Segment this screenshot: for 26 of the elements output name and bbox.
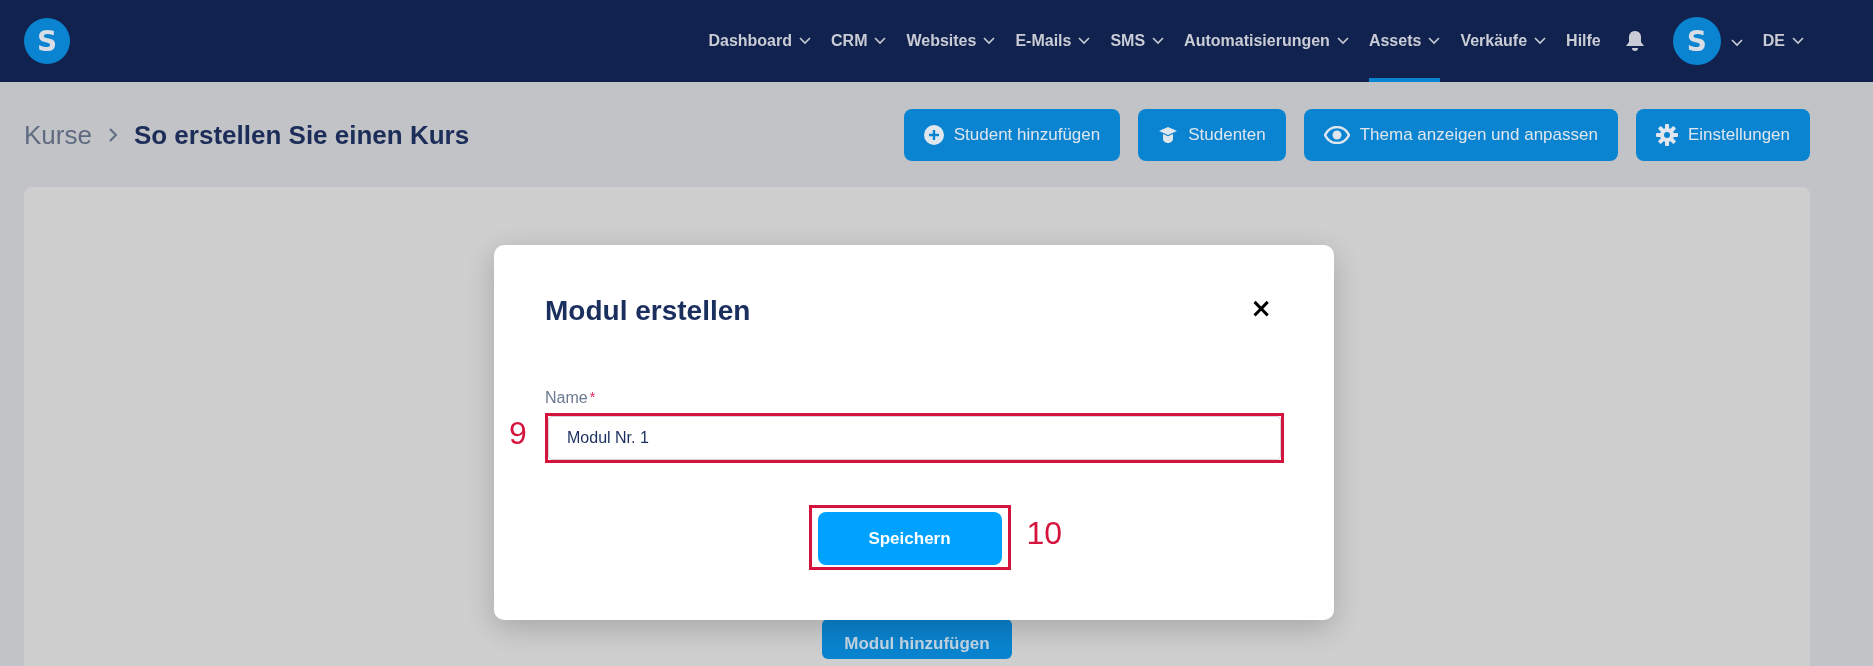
- bell-icon[interactable]: [1624, 30, 1645, 52]
- eye-icon: [1323, 126, 1350, 144]
- chevron-right-icon: [107, 127, 118, 143]
- page-title: So erstellen Sie einen Kurs: [133, 119, 470, 151]
- step-number: 10: [1026, 515, 1063, 552]
- field-label: Name*: [545, 389, 597, 407]
- nav-item[interactable]: E-Mails: [1015, 0, 1091, 82]
- graduation-cap-icon: [1158, 125, 1179, 145]
- modal-title: Modul erstellen: [545, 295, 751, 327]
- close-button[interactable]: ×: [1250, 295, 1284, 321]
- nav-item[interactable]: Assets: [1368, 0, 1441, 82]
- nav-item[interactable]: CRM: [831, 0, 887, 82]
- step-number: 9: [509, 415, 527, 452]
- chevron-down-icon: [1730, 38, 1743, 47]
- chevron-down-icon: [1792, 37, 1804, 45]
- language-menu[interactable]: DE: [1762, 32, 1804, 50]
- nav-item[interactable]: Automatisierungen: [1184, 0, 1349, 82]
- settings-icon: [1655, 124, 1678, 146]
- nav-item[interactable]: Hilfe: [1566, 0, 1601, 82]
- required-mark: *: [589, 389, 596, 407]
- nav-item[interactable]: Verkäufe: [1460, 0, 1547, 82]
- nav-item[interactable]: Dashboard: [708, 0, 811, 82]
- nav-item[interactable]: Websites: [906, 0, 996, 82]
- name-input[interactable]: Modul Nr. 1: [548, 416, 1281, 460]
- nav-item[interactable]: SMS: [1110, 0, 1165, 82]
- plus-circle-icon: [923, 125, 944, 145]
